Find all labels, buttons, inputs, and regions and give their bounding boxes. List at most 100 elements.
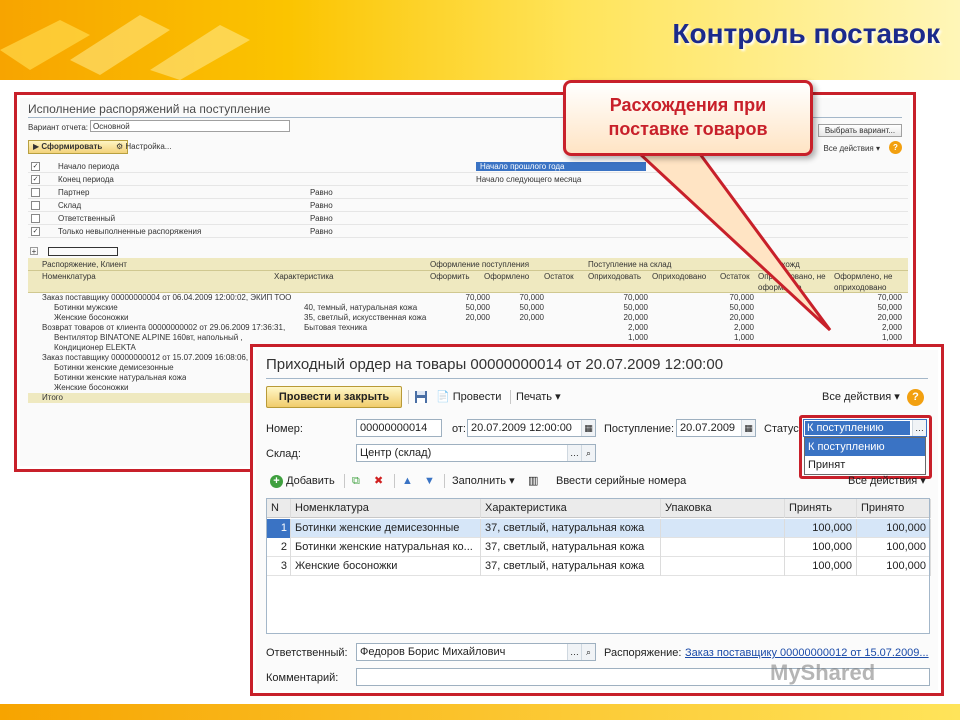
report-column-header: Характеристика	[274, 272, 334, 281]
report-column-header: Номенклатура	[42, 272, 96, 281]
select-variant-button[interactable]: Выбрать вариант...	[818, 124, 902, 137]
ellipsis-icon[interactable]: …	[567, 445, 581, 461]
report-cell: 20,000	[877, 313, 902, 322]
table-cell-pack[interactable]	[661, 519, 785, 538]
table-all-actions-button[interactable]: Все действия ▾	[848, 474, 926, 488]
filter-value[interactable]: Начало прошлого года	[476, 162, 646, 171]
goods-column-header[interactable]: Упаковка	[661, 499, 785, 518]
move-up-button[interactable]: ▲	[402, 474, 413, 488]
report-column-header: Оформить	[430, 272, 470, 281]
report-edit-box[interactable]	[48, 247, 118, 256]
responsible-field[interactable]: Федоров Борис Михайлович … ⌕	[356, 643, 596, 661]
goods-column-header[interactable]: Принято	[857, 499, 931, 518]
report-cell: 1,000	[881, 333, 902, 342]
delete-row-button[interactable]: ✖	[374, 474, 383, 488]
save-button[interactable]	[414, 390, 428, 404]
variant-input[interactable]: Основной	[90, 120, 290, 132]
date-field[interactable]: 20.07.2009 12:00:00 ▦	[467, 419, 596, 437]
enter-serials-button[interactable]: Ввести серийные номера	[556, 474, 686, 488]
filter-checkbox[interactable]: ✓	[31, 227, 40, 236]
help-icon[interactable]: ?	[907, 389, 924, 406]
table-cell-item[interactable]: Ботинки женские демисезонные	[291, 519, 481, 538]
callout-line-1: Расхождения при	[609, 95, 767, 115]
add-icon: +	[270, 475, 283, 488]
goods-column-header[interactable]: N	[267, 499, 291, 518]
search-icon[interactable]: ⌕	[581, 644, 595, 660]
filter-value[interactable]: Начало следующего месяца	[476, 175, 581, 184]
toolbar-separator	[444, 474, 445, 488]
table-cell-item[interactable]: Женские босоножки	[291, 557, 481, 576]
filter-checkbox[interactable]: ✓	[31, 175, 40, 184]
responsible-label: Ответственный:	[266, 647, 348, 659]
add-row-button[interactable]: + Добавить	[270, 474, 335, 488]
report-column-header: Оформлено	[484, 272, 530, 281]
report-cell: 50,000	[465, 303, 490, 312]
filter-checkbox[interactable]: ✓	[31, 162, 40, 171]
chevron-down-icon: ▾	[509, 475, 515, 487]
filter-name: Склад	[58, 201, 82, 210]
calendar-icon[interactable]: ▦	[741, 420, 755, 436]
goods-column-header[interactable]: Номенклатура	[291, 499, 481, 518]
table-cell-accept[interactable]: 100,000	[785, 538, 857, 557]
move-down-button[interactable]: ▼	[424, 474, 435, 488]
report-cell: 70,000	[465, 293, 490, 302]
filter-checkbox[interactable]	[31, 201, 40, 210]
all-actions-button[interactable]: Все действия ▾	[822, 390, 900, 404]
warehouse-field[interactable]: Центр (склад) … ⌕	[356, 444, 596, 462]
fill-button[interactable]: Заполнить ▾	[452, 474, 515, 488]
responsible-value: Федоров Борис Михайлович	[360, 646, 506, 658]
post-button[interactable]: 📄 Провести	[436, 390, 501, 404]
report-help-icon[interactable]: ?	[889, 141, 902, 154]
copy-icon: ⧉	[352, 475, 360, 487]
table-cell-n[interactable]: 2	[267, 538, 291, 557]
table-cell-char[interactable]: 37, светлый, натуральная кожа	[481, 557, 661, 576]
document-window: Приходный ордер на товары 00000000014 от…	[256, 350, 938, 690]
add-label: Добавить	[286, 475, 335, 487]
table-cell-accept[interactable]: 100,000	[785, 519, 857, 538]
table-cell-n[interactable]: 3	[267, 557, 291, 576]
arrow-up-icon: ▲	[402, 475, 413, 487]
form-report-button[interactable]: ▶ Сформировать	[28, 140, 128, 154]
table-cell-char[interactable]: 37, светлый, натуральная кожа	[481, 519, 661, 538]
chevron-down-icon: ▾	[894, 391, 900, 403]
table-row[interactable]: 1 Ботинки женские демисезонные 37, светлый…	[267, 519, 931, 538]
table-cell-accepted[interactable]: 100,000	[857, 519, 931, 538]
report-cell: 2,000	[881, 323, 902, 332]
filter-checkbox[interactable]	[31, 188, 40, 197]
table-row[interactable]: 2 Ботинки женские натуральная ко... 37, св…	[267, 538, 931, 557]
filter-name: Начало периода	[58, 162, 120, 171]
chevron-down-icon: ▾	[555, 391, 561, 403]
table-cell-accept[interactable]: 100,000	[785, 557, 857, 576]
table-row[interactable]: 3 Женские босоножки 37, светлый, натуральн…	[267, 557, 931, 576]
search-icon[interactable]: ⌕	[581, 445, 595, 461]
report-row-name: Заказ поставщику 00000000004 от 06.04.20…	[42, 293, 292, 302]
calendar-icon[interactable]: ▦	[581, 420, 595, 436]
goods-column-header[interactable]: Принять	[785, 499, 857, 518]
table-cell-accepted[interactable]: 100,000	[857, 557, 931, 576]
watermark: MyShared	[770, 660, 876, 685]
slide-title: Контроль поставок	[672, 18, 940, 49]
floppy-icon	[415, 391, 427, 404]
post-and-close-button[interactable]: Провести и закрыть	[266, 386, 402, 408]
serials-icon-button[interactable]: ▥	[528, 474, 538, 488]
warehouse-label: Склад:	[266, 448, 301, 460]
setup-button[interactable]: ⚙ Настройка...	[116, 141, 171, 153]
arrival-date-field[interactable]: 20.07.2009 ▦	[676, 419, 756, 437]
table-cell-item[interactable]: Ботинки женские натуральная ко...	[291, 538, 481, 557]
expand-icon[interactable]: +	[30, 247, 38, 256]
table-cell-pack[interactable]	[661, 557, 785, 576]
ellipsis-icon[interactable]: …	[567, 644, 581, 660]
banner-decoration	[0, 15, 250, 80]
number-field[interactable]: 00000000014	[356, 419, 442, 437]
print-button[interactable]: Печать ▾	[516, 390, 561, 404]
table-cell-accepted[interactable]: 100,000	[857, 538, 931, 557]
copy-row-button[interactable]: ⧉	[352, 474, 360, 488]
filter-checkbox[interactable]	[31, 214, 40, 223]
goods-column-header[interactable]: Характеристика	[481, 499, 661, 518]
table-cell-char[interactable]: 37, светлый, натуральная кожа	[481, 538, 661, 557]
order-link[interactable]: Заказ поставщику 00000000012 от 15.07.20…	[685, 646, 929, 660]
table-cell-n[interactable]: 1	[267, 519, 291, 538]
table-cell-pack[interactable]	[661, 538, 785, 557]
toolbar-separator	[408, 390, 409, 404]
report-row-name: Вентилятор BINATONE ALPINE 160вт, наполь…	[54, 333, 243, 342]
